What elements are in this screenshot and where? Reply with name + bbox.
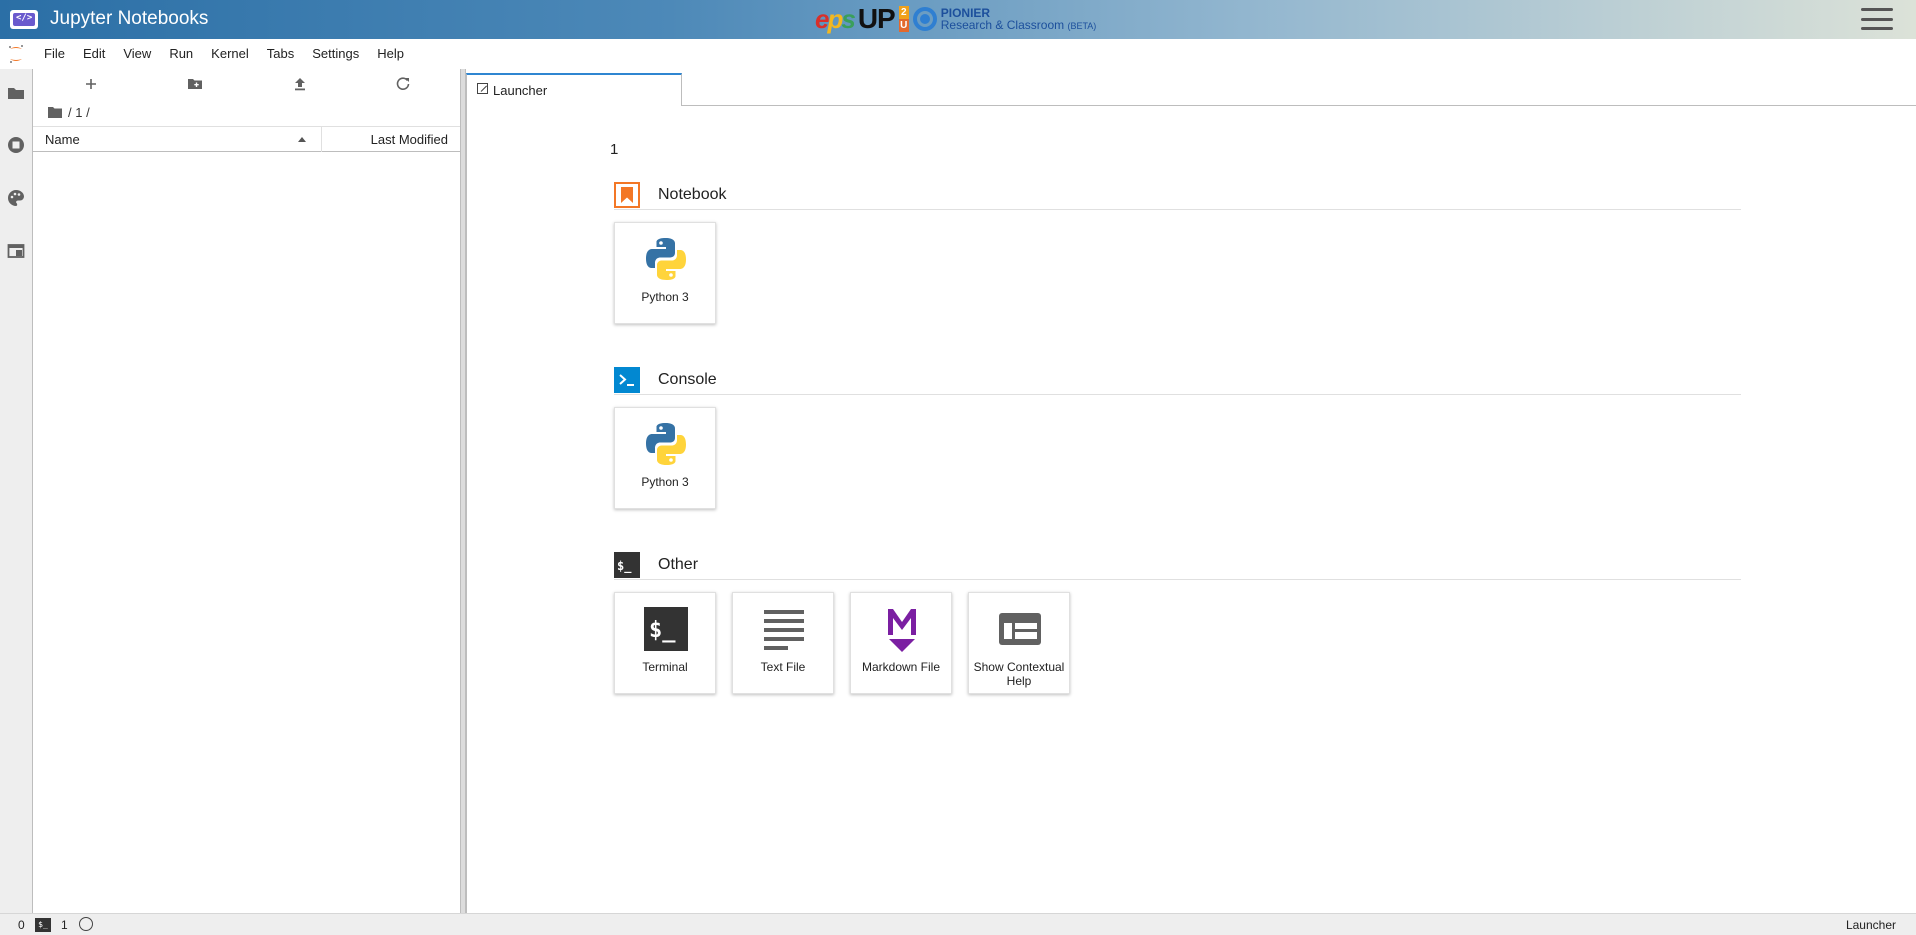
terminal-icon: $_: [614, 552, 640, 578]
console-icon: [614, 367, 640, 393]
contextual-help-card[interactable]: Show Contextual Help: [968, 592, 1070, 694]
left-sidebar: [0, 69, 33, 913]
console-python3-card[interactable]: Python 3: [614, 407, 716, 509]
launcher-panel: 1 Notebook Python 3 Console Python 3 $_ …: [466, 106, 1916, 913]
notebook-icon: [614, 182, 640, 208]
terminal-icon: $_: [644, 607, 688, 651]
card-label: Markdown File: [861, 660, 941, 674]
menu-tabs[interactable]: Tabs: [258, 39, 303, 69]
terminal-count[interactable]: 0: [18, 918, 25, 932]
section-title: Notebook: [658, 186, 727, 203]
markdown-file-card[interactable]: Markdown File: [850, 592, 952, 694]
menu-edit[interactable]: Edit: [74, 39, 114, 69]
menu-bar: File Edit View Run Kernel Tabs Settings …: [0, 39, 1916, 69]
status-bar: 0 $_ 1 Launcher: [0, 913, 1916, 935]
section-notebook: Notebook Python 3: [614, 180, 1741, 324]
refresh-icon[interactable]: [394, 75, 412, 93]
menu-settings[interactable]: Settings: [303, 39, 368, 69]
up2u-logo: UP: [857, 3, 896, 34]
section-other: $_ Other $_ Terminal Text File Markdown …: [614, 550, 1741, 694]
app-title: Jupyter Notebooks: [50, 8, 209, 29]
section-title: Other: [658, 556, 699, 573]
up2u-badge: 2 U: [898, 6, 909, 32]
menu-kernel[interactable]: Kernel: [202, 39, 258, 69]
card-label: Python 3: [641, 475, 689, 489]
eps-logo: eps: [815, 3, 856, 34]
sort-ascending-icon[interactable]: [298, 137, 306, 142]
folder-icon[interactable]: [47, 105, 63, 119]
section-console: Console Python 3: [614, 365, 1741, 509]
jupyter-logo-icon: [9, 45, 23, 63]
terminal-card[interactable]: $_ Terminal: [614, 592, 716, 694]
python-icon: [646, 238, 686, 280]
palette-icon[interactable]: [7, 189, 25, 207]
svg-text:$_: $_: [649, 618, 676, 643]
card-label: Terminal: [642, 660, 688, 674]
card-label: Show Contextual Help: [973, 660, 1065, 688]
plus-icon[interactable]: [82, 75, 100, 93]
file-browser-toolbar: [33, 69, 460, 99]
notebook-python3-card[interactable]: Python 3: [614, 222, 716, 324]
tab-launcher[interactable]: Launcher: [466, 73, 682, 113]
svg-text:$_: $_: [617, 559, 632, 574]
tabs-icon[interactable]: [7, 242, 25, 260]
markdown-icon: [888, 609, 916, 652]
section-title: Console: [658, 371, 717, 388]
brand-logos: eps UP 2 U PIONIER Research & Classroom …: [815, 3, 1097, 34]
terminal-icon[interactable]: $_: [35, 918, 51, 932]
column-divider[interactable]: [321, 127, 322, 152]
card-label: Python 3: [641, 290, 689, 304]
status-mode: Launcher: [1845, 918, 1896, 932]
launcher-cwd: 1: [610, 141, 619, 158]
menu-help[interactable]: Help: [368, 39, 413, 69]
upload-icon[interactable]: [291, 75, 309, 93]
folder-icon[interactable]: [7, 84, 25, 102]
tab-label: Launcher: [493, 83, 548, 98]
running-icon[interactable]: [7, 136, 25, 154]
breadcrumb-path[interactable]: / 1 /: [68, 105, 90, 120]
app-logo-icon: </>: [10, 10, 38, 29]
menu-run[interactable]: Run: [160, 39, 202, 69]
pionier-logo-text: PIONIER Research & Classroom (BETA): [940, 5, 1097, 32]
card-label: Text File: [760, 660, 806, 674]
text-file-card[interactable]: Text File: [732, 592, 834, 694]
top-bar: </> Jupyter Notebooks eps UP 2 U PIONIER…: [0, 0, 1916, 39]
kernel-status-icon[interactable]: [79, 917, 93, 931]
pionier-logo-icon: [912, 7, 937, 31]
menu-view[interactable]: View: [114, 39, 160, 69]
column-name[interactable]: Name: [45, 132, 80, 147]
kernel-count[interactable]: 1: [61, 918, 68, 932]
launcher-tab-icon: [477, 83, 488, 94]
menu-file[interactable]: File: [35, 39, 74, 69]
new-folder-icon[interactable]: [186, 75, 204, 93]
file-list-header: Name Last Modified: [33, 126, 460, 152]
tab-bar: Launcher: [466, 69, 1916, 113]
text-file-icon: [764, 610, 804, 650]
python-icon: [646, 423, 686, 465]
contextual-help-icon: [999, 613, 1041, 645]
breadcrumb[interactable]: / 1 /: [47, 103, 90, 121]
hamburger-menu-icon[interactable]: [1861, 8, 1893, 30]
column-last-modified[interactable]: Last Modified: [371, 132, 448, 147]
file-browser-panel: / 1 / Name Last Modified: [33, 69, 460, 913]
